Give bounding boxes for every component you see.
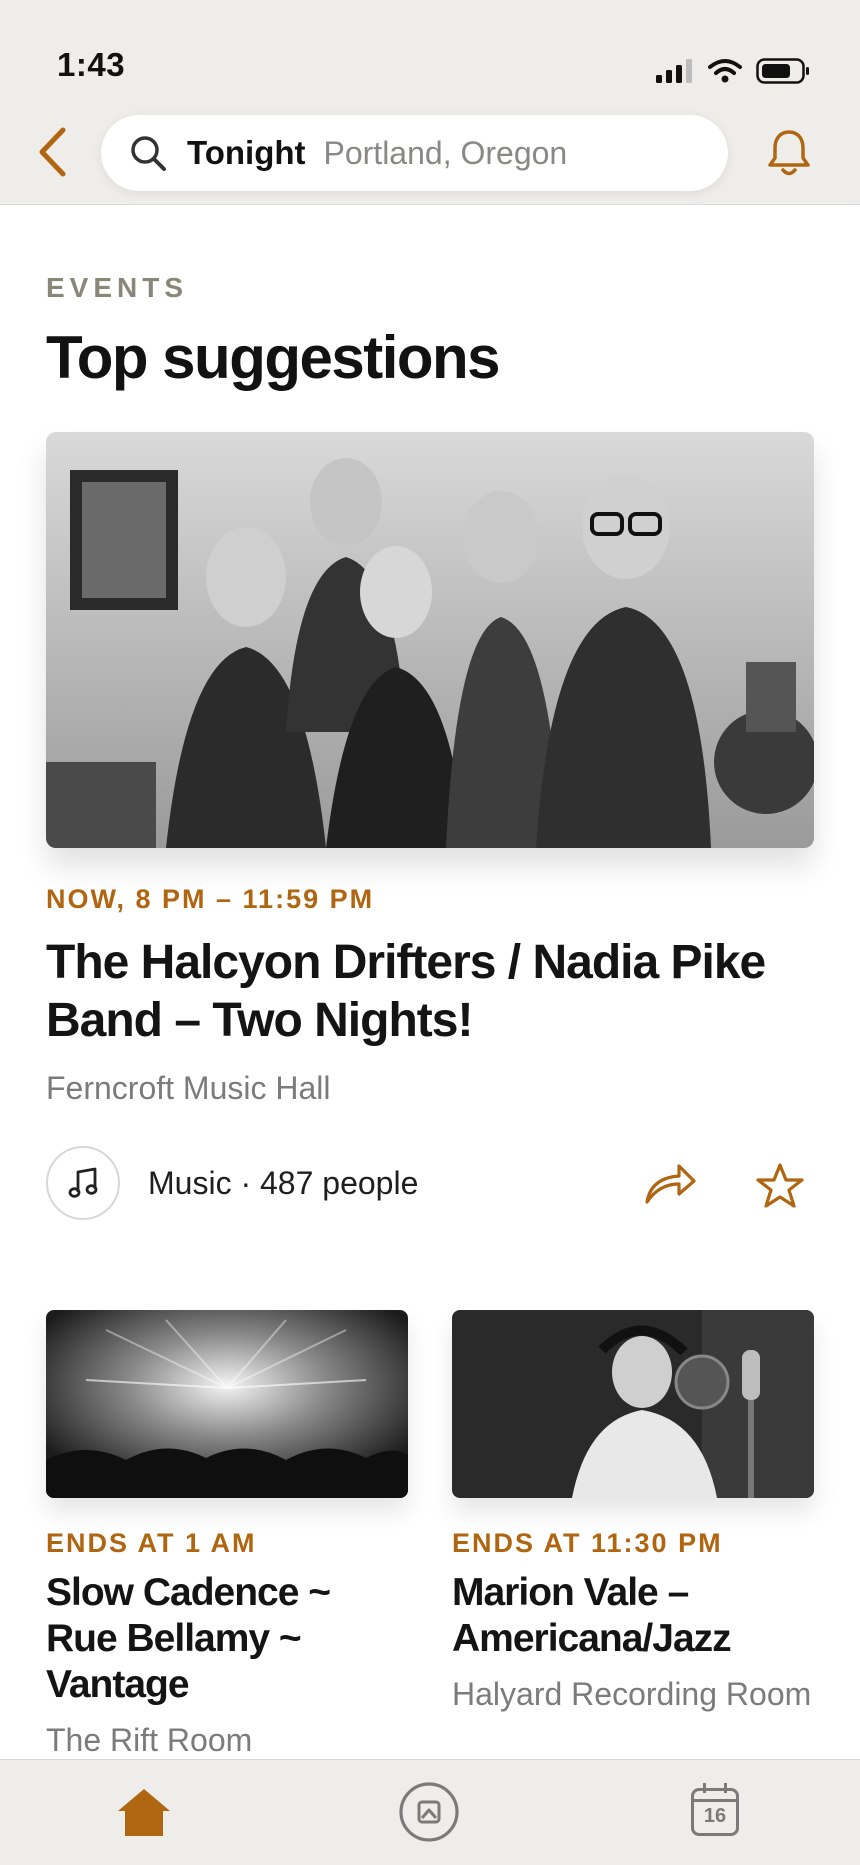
bell-icon: [768, 130, 810, 176]
search-icon: [129, 134, 167, 172]
status-indicators: [656, 58, 810, 84]
featured-event-image[interactable]: [46, 432, 814, 848]
battery-icon: [756, 58, 809, 84]
featured-event-time: NOW, 8 PM – 11:59 PM: [46, 884, 375, 914]
home-icon: [118, 1789, 170, 1836]
tab-discover[interactable]: [389, 1772, 469, 1852]
share-button[interactable]: [640, 1156, 700, 1212]
tab-calendar[interactable]: 16: [675, 1772, 755, 1852]
favorite-button[interactable]: [752, 1158, 808, 1214]
category-and-attendance: Music · 487 people: [148, 1164, 419, 1201]
tab-home[interactable]: [104, 1772, 184, 1852]
event-card-time: ENDS AT 1 AM: [46, 1528, 257, 1558]
event-card-title[interactable]: Slow Cadence ~ Rue Bellamy ~ Vantage: [46, 1570, 386, 1708]
tab-bar: 16: [0, 1759, 860, 1865]
status-time: 1:43: [57, 46, 126, 83]
section-kicker: EVENTS: [46, 272, 189, 303]
music-note-icon: [68, 1167, 98, 1198]
discover-icon: [399, 1782, 459, 1842]
chevron-left-icon: [39, 127, 66, 177]
featured-event-venue: Ferncroft Music Hall: [46, 1070, 331, 1106]
search-location: Portland, Oregon: [323, 134, 568, 171]
event-card-time: ENDS AT 11:30 PM: [452, 1528, 723, 1558]
share-icon: [645, 1164, 696, 1204]
category-badge: [46, 1146, 120, 1220]
wifi-icon: [708, 59, 742, 83]
event-card-venue: Halyard Recording Room: [452, 1676, 812, 1712]
event-card-title[interactable]: Marion Vale – Americana/Jazz: [452, 1570, 792, 1662]
event-card-venue: The Rift Room: [46, 1722, 253, 1758]
top-bar: 1:43 Tonight Portland, Oregon: [0, 0, 860, 205]
event-card-image[interactable]: [46, 1310, 408, 1498]
notifications-button[interactable]: [764, 126, 814, 180]
featured-event-meta: Music · 487 people: [46, 1146, 419, 1220]
section-title: Top suggestions: [46, 324, 501, 391]
search-when: Tonight: [187, 134, 306, 171]
calendar-day: 16: [703, 1805, 727, 1827]
back-button[interactable]: [30, 123, 74, 181]
featured-event-title[interactable]: The Halcyon Drifters / Nadia Pike Band –…: [46, 934, 826, 1050]
calendar-icon: 16: [691, 1783, 739, 1836]
cellular-signal-icon: [656, 59, 692, 83]
search-field[interactable]: Tonight Portland, Oregon: [101, 115, 728, 191]
event-card-image[interactable]: [452, 1310, 814, 1498]
star-icon: [756, 1163, 804, 1208]
